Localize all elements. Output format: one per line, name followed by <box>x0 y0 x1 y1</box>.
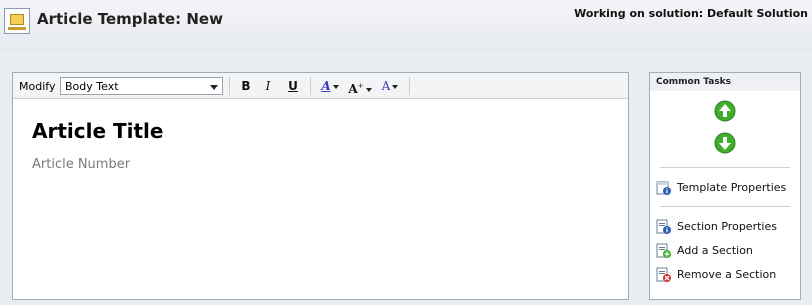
divider <box>660 206 790 207</box>
article-editor: Modify Body Text B I U A A+ A Article Ti… <box>12 72 629 300</box>
font-size-icon: A <box>348 82 358 96</box>
template-properties-link[interactable]: Template Properties <box>656 179 796 197</box>
common-tasks-title: Common Tasks <box>656 77 732 87</box>
formatting-toolbar: Modify Body Text B I U A A+ A <box>13 73 628 99</box>
section-properties-icon <box>656 219 671 234</box>
common-tasks-header: Common Tasks <box>650 73 800 91</box>
bold-button[interactable]: B <box>238 77 254 95</box>
template-properties-icon <box>656 181 671 195</box>
font-color-button[interactable]: A <box>318 77 342 95</box>
font-color-icon: A <box>321 79 331 93</box>
style-select-value: Body Text <box>65 80 119 93</box>
section-properties-link[interactable]: Section Properties <box>656 218 796 236</box>
underline-button[interactable]: U <box>285 77 301 95</box>
add-section-icon <box>656 243 671 258</box>
add-section-label: Add a Section <box>677 244 753 257</box>
modify-label: Modify <box>19 80 56 93</box>
arrow-up-icon[interactable] <box>714 100 736 122</box>
remove-section-link[interactable]: Remove a Section <box>656 266 796 284</box>
remove-section-icon <box>656 267 671 282</box>
document-body[interactable]: Article Title Article Number <box>13 99 628 299</box>
toolbar-separator <box>310 77 311 95</box>
toolbar-separator <box>229 77 230 95</box>
remove-section-label: Remove a Section <box>677 268 777 281</box>
template-properties-label: Template Properties <box>677 181 787 194</box>
font-size-button[interactable]: A+ <box>347 77 373 96</box>
chevron-down-icon <box>210 85 218 90</box>
style-select[interactable]: Body Text <box>60 77 223 95</box>
article-template-icon <box>4 8 30 34</box>
divider <box>660 167 790 168</box>
add-section-link[interactable]: Add a Section <box>656 242 796 260</box>
highlight-icon: A <box>381 79 391 93</box>
section-properties-label: Section Properties <box>677 220 777 233</box>
arrow-down-icon[interactable] <box>714 132 736 154</box>
article-title[interactable]: Article Title <box>32 119 163 143</box>
article-number[interactable]: Article Number <box>32 157 130 172</box>
page-header: Article Template: New Working on solutio… <box>0 0 812 50</box>
solution-indicator: Working on solution: Default Solution <box>574 7 808 20</box>
common-tasks-panel: Common Tasks Template Properties Section <box>649 72 801 300</box>
highlight-button[interactable]: A <box>378 77 402 95</box>
toolbar-separator <box>409 77 410 95</box>
page-title: Article Template: New <box>37 10 223 28</box>
italic-button[interactable]: I <box>260 77 276 95</box>
